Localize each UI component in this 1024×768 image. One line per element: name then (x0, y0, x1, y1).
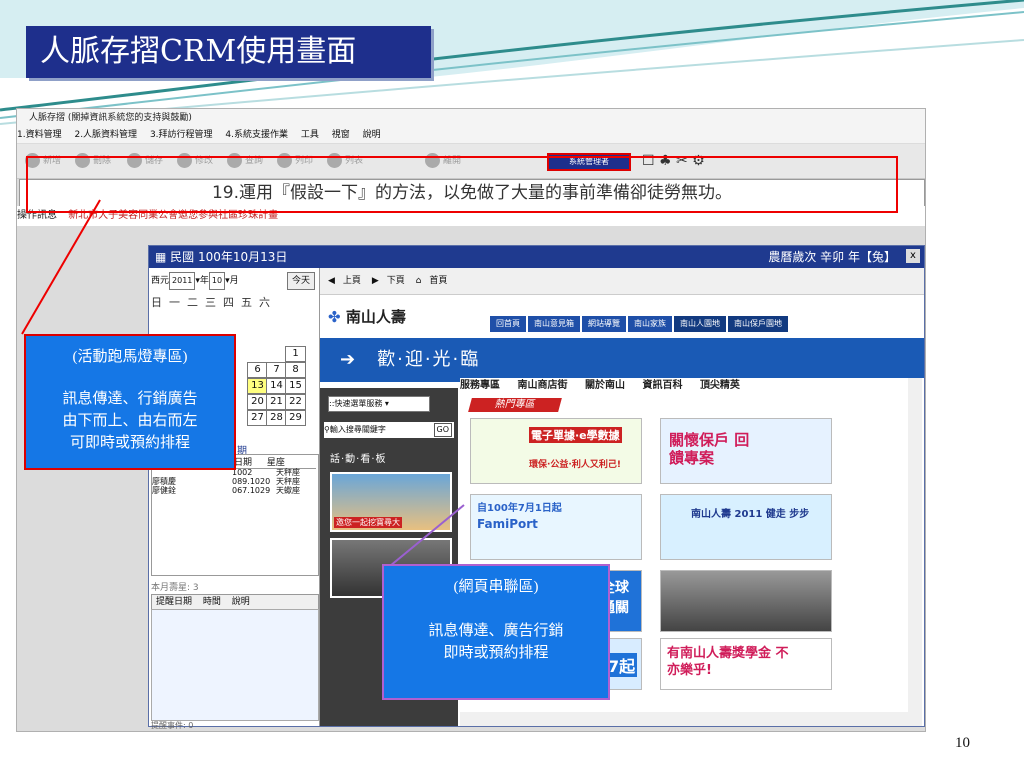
site-search: ⚲輸入搜尋關鍵字 GO (324, 422, 454, 438)
hot-zone-label: 熱門專區 (468, 398, 562, 412)
home-button[interactable]: ⌂ 首頁 (416, 276, 448, 286)
tab-feedback[interactable]: 南山意見箱 (528, 316, 580, 332)
sidebar-label: 話·動·看·板 (330, 454, 387, 465)
list-item[interactable]: 廖積慶 089.1020 天秤座 (152, 476, 318, 486)
app-menu-bar: 1.資料管理 2.人脈資料管理 3.拜訪行程管理 4.系統支援作業 工具 視窗 … (17, 127, 925, 143)
lunar-year: 農曆歲次 辛卯 年【兔】 (768, 250, 896, 264)
horizontal-scrollbar[interactable] (460, 712, 908, 726)
welcome-banner: ➔ 歡·迎·光·臨 (320, 338, 924, 382)
back-button[interactable]: ◀ 上頁 (328, 276, 361, 286)
page-number: 10 (955, 735, 970, 751)
calendar-controls: 西元 2011 ▾年 10 ▾月 今天 (151, 272, 317, 290)
search-go-button[interactable]: GO (433, 423, 452, 437)
ad-customer-care[interactable]: 關懷保戶 回饋專案 (660, 418, 832, 484)
tab-customers[interactable]: 南山保戶園地 (728, 316, 788, 332)
calendar-day[interactable]: 29 (285, 410, 306, 426)
app-title-bar: 人脈存摺 (關掉資訊系統您的支持與鼓勵) (17, 109, 925, 127)
calendar-day[interactable]: 1 (285, 346, 306, 362)
ad-ereceipt[interactable]: 電子單據·e學數據 環保·公益·利人又利己! (470, 418, 642, 484)
menu-item-visits[interactable]: 3.拜訪行程管理 (150, 130, 213, 140)
app-title: 人脈存摺 (關掉資訊系統您的支持與鼓勵) (29, 113, 192, 123)
today-button[interactable]: 今天 (286, 272, 315, 290)
inner-title-bar: ▦ 民國 100年10月13日 農曆歲次 辛卯 年【兔】 x (149, 246, 924, 268)
menu-service[interactable]: 服務專區 (460, 380, 500, 391)
calendar-day[interactable]: 22 (285, 394, 306, 410)
ad-car[interactable] (660, 570, 832, 632)
year-select[interactable]: 2011 (169, 272, 196, 290)
birthday-list: 日期 星座 1002 天秤座 廖積慶 089.1020 天秤座 廖健銓 067.1029… (151, 454, 319, 576)
promo-thumbnail[interactable]: 邀您一起挖寶尋大 (330, 472, 452, 532)
close-button[interactable]: x (906, 249, 920, 263)
calendar-icon: ▦ (155, 250, 167, 264)
calendar-day[interactable]: 7 (266, 362, 287, 378)
menu-item-data[interactable]: 1.資料管理 (17, 130, 62, 140)
menu-item-support[interactable]: 4.系統支援作業 (225, 130, 288, 140)
calendar-day[interactable]: 21 (266, 394, 287, 410)
tab-home[interactable]: 回首頁 (490, 316, 526, 332)
logo-icon: ✤ (328, 308, 341, 326)
calendar-day[interactable]: 6 (247, 362, 268, 378)
ad-famiport[interactable]: 自100年7月1日起 FamiPort (470, 494, 642, 560)
calendar-day[interactable]: 27 (247, 410, 268, 426)
callout-marquee-title: (活動跑馬燈專區) (72, 349, 188, 365)
month-select[interactable]: 10 (208, 272, 226, 290)
weekday-header: 日一二三四五六 (151, 296, 277, 309)
arrow-icon: ➔ (340, 349, 358, 370)
slide-title: 人脈存摺CRM使用畫面 (26, 26, 431, 78)
calendar-day[interactable]: 28 (266, 410, 287, 426)
menu-item-help[interactable]: 說明 (363, 130, 381, 140)
site-top-tabs: 回首頁 南山意見箱 網站導覽 南山家族 南山人園地 南山保戶園地 (490, 316, 790, 332)
ad-scholarship[interactable]: 有南山人壽獎學金 不亦樂乎! (660, 638, 832, 690)
menu-info[interactable]: 資訊百科 (642, 380, 682, 391)
reminder-header: 提醒日期 時間 說明 (151, 594, 319, 610)
callout-marquee: (活動跑馬燈專區) 訊息傳達、行銷廣告 由下而上、由右而左 可即時或預約排程 (24, 334, 236, 470)
quick-menu-select[interactable]: ::快速選單服務 ▾ (328, 396, 430, 412)
site-logo[interactable]: ✤ 南山人壽 (328, 306, 406, 327)
marquee-highlight-box (26, 156, 898, 213)
month-birthday-count: 本月壽星: 3 (151, 583, 199, 593)
vertical-scrollbar[interactable] (908, 378, 922, 726)
search-input[interactable]: 輸入搜尋關鍵字 (330, 425, 386, 434)
menu-item-window[interactable]: 視窗 (332, 130, 350, 140)
calendar-day[interactable]: 20 (247, 394, 268, 410)
callout-web-linking: (網頁串聯區) 訊息傳達、廣告行銷 即時或預約排程 (382, 564, 610, 700)
tab-family[interactable]: 南山家族 (628, 316, 672, 332)
ad-walk-event[interactable]: 南山人壽 2011 健走 步步 (660, 494, 832, 560)
calendar-day[interactable]: 8 (285, 362, 306, 378)
menu-item-contacts[interactable]: 2.人脈資料管理 (74, 130, 137, 140)
forward-button[interactable]: ▶ 下頁 (372, 276, 405, 286)
site-main-menu: 服務專區 南山商店街 關於南山 資訊百科 頂尖精英 (460, 378, 924, 394)
browser-nav: ◀ 上頁 ▶ 下頁 ⌂ 首頁 (320, 268, 924, 295)
menu-about[interactable]: 關於南山 (585, 380, 625, 391)
tab-staff[interactable]: 南山人園地 (674, 316, 726, 332)
inner-title: 民國 100年10月13日 (170, 250, 288, 264)
calendar-day[interactable]: 15 (285, 378, 306, 394)
reminder-count: 提醒事件: 0 (151, 721, 194, 730)
menu-shop[interactable]: 南山商店街 (517, 380, 567, 391)
list-item[interactable]: 廖健銓 067.1029 天蠍座 (152, 485, 318, 495)
calendar-day[interactable]: 13 (247, 378, 268, 394)
calendar-day[interactable]: 14 (266, 378, 287, 394)
menu-item-tools[interactable]: 工具 (301, 130, 319, 140)
reminder-list[interactable] (151, 609, 319, 721)
tab-sitemap[interactable]: 網站導覽 (582, 316, 626, 332)
menu-elite[interactable]: 頂尖精英 (700, 380, 740, 391)
callout-web-title: (網頁串聯區) (453, 579, 539, 595)
